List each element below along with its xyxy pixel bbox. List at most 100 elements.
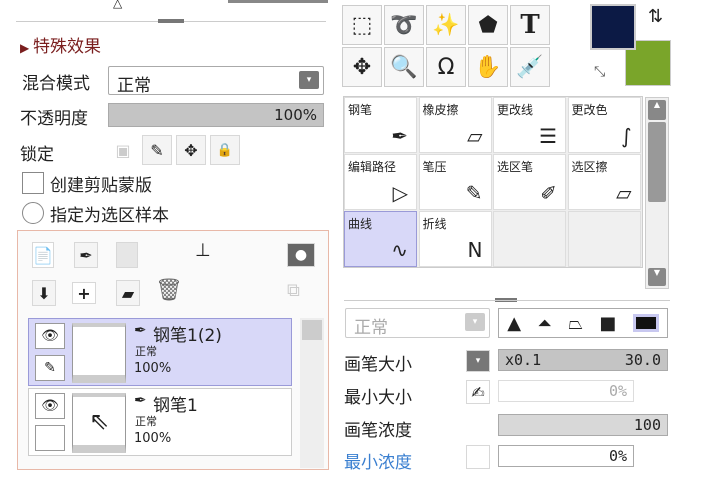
brush-icon: N	[467, 238, 483, 262]
lock-move-icon[interactable]: ✥	[176, 135, 206, 165]
layer-scrollbar[interactable]	[300, 318, 324, 468]
brush-density-value: 100	[633, 416, 661, 434]
pen-edit-slot[interactable]	[35, 425, 65, 451]
shape-full-icon[interactable]	[632, 314, 659, 332]
brush-label: 笔压	[422, 160, 447, 174]
brush-icon: ∫	[621, 124, 632, 148]
lock-transparency-icon[interactable]: ▣	[110, 137, 136, 163]
brush-icon: ▱	[467, 124, 483, 148]
reset-colors-icon[interactable]: ⤡	[594, 64, 605, 80]
brush-icon: ✒	[391, 124, 408, 148]
expand-arrow-icon: ▶	[20, 41, 34, 55]
layer-opacity: 100%	[134, 431, 172, 446]
lock-paint-icon[interactable]: ✎	[142, 135, 172, 165]
brush-density-slider[interactable]: 100	[498, 414, 668, 436]
brush-size-label: 画笔大小	[344, 355, 412, 375]
brush-label: 编辑路径	[348, 160, 397, 174]
clear-layer-icon[interactable]: ▰	[116, 280, 140, 306]
new-folder-icon[interactable]	[116, 242, 138, 268]
layer-anchor-icon[interactable]: ⊥	[195, 240, 211, 261]
blend-mode-value: 正常	[117, 76, 151, 96]
size-multiplier-dropdown[interactable]: ▾	[466, 350, 490, 372]
pen-edit-icon[interactable]: ✎	[35, 355, 65, 381]
selection-sample-radio[interactable]	[22, 202, 44, 224]
move-icon[interactable]: ✥	[342, 47, 382, 87]
shape-icon[interactable]: ⬟	[468, 5, 508, 45]
shape-flat-icon[interactable]: ⏢	[568, 313, 582, 334]
brush-label: 曲线	[348, 217, 373, 231]
blend-mode-label: 混合模式	[22, 74, 90, 94]
min-size-value: 0%	[608, 382, 627, 400]
layer-row[interactable]: 👁 ✎ ✒ 钢笔1(2) 正常 100%	[28, 318, 292, 386]
visibility-eye-icon[interactable]: 👁	[35, 393, 65, 419]
scroll-up-button[interactable]	[302, 320, 322, 340]
panel-tabs	[228, 0, 328, 3]
brush-scrollbar[interactable]: ▲ ▼	[645, 97, 669, 289]
lock-all-icon[interactable]: 🔒	[210, 135, 240, 165]
min-density-value: 0%	[608, 447, 627, 465]
special-effects-header[interactable]: ▶ 特殊效果	[20, 32, 101, 57]
brush-slot[interactable]: 笔压 ✎	[418, 154, 492, 210]
shape-sharp-icon[interactable]: ▲	[507, 313, 521, 334]
shape-square-icon[interactable]: ■	[599, 313, 616, 334]
brush-label: 选区擦	[571, 160, 608, 174]
layer-mask-icon[interactable]: ●	[287, 243, 315, 267]
text-tool-icon[interactable]: T	[510, 5, 550, 45]
min-density-label: 最小浓度	[344, 453, 412, 473]
brush-size-slider[interactable]: x0.1 30.0	[498, 349, 668, 371]
brush-slot[interactable]: 选区笔 ✐	[493, 154, 566, 210]
visibility-eye-icon[interactable]: 👁	[35, 323, 65, 349]
empty-brush-slot[interactable]	[493, 211, 566, 267]
scroll-thumb[interactable]	[648, 122, 666, 202]
brush-slot[interactable]: 曲线 ∿	[344, 211, 417, 267]
clip-mask-checkbox[interactable]	[22, 172, 44, 194]
lock-label: 锁定	[20, 145, 54, 165]
add-layer-icon[interactable]: +	[72, 282, 96, 304]
brush-slot[interactable]: 更改色 ∫	[567, 97, 641, 153]
rect-select-icon[interactable]: ⬚	[342, 5, 382, 45]
hand-icon[interactable]: ✋	[468, 47, 508, 87]
primary-color-swatch[interactable]	[590, 4, 636, 50]
pressure-density-checkbox[interactable]	[466, 445, 490, 469]
magic-wand-icon[interactable]: ✨	[426, 5, 466, 45]
lasso-icon[interactable]: ➰	[384, 5, 424, 45]
opacity-label: 不透明度	[20, 109, 88, 129]
layer-thumbnail	[72, 323, 126, 383]
shape-round-icon[interactable]: ⏶	[538, 313, 552, 334]
scroll-down-button[interactable]: ▼	[648, 268, 666, 286]
collapse-arrow-icon[interactable]: △	[113, 0, 122, 10]
layer-row[interactable]: 👁 ⇖ ✒ 钢笔1 正常 100%	[28, 388, 292, 456]
brush-mode-select[interactable]: 正常 ▾	[345, 308, 490, 338]
pen-layer-icon: ✒	[134, 391, 147, 409]
section-title: 特殊效果	[33, 37, 102, 57]
rotate-icon[interactable]: Ω	[426, 47, 466, 87]
brush-icon: ▷	[392, 181, 408, 205]
eyedropper-icon[interactable]: 💉	[510, 47, 550, 87]
min-size-slider[interactable]: 0%	[498, 380, 634, 402]
swap-colors-icon[interactable]: ⇅	[648, 6, 663, 27]
new-layer-icon[interactable]: 📄	[32, 242, 54, 268]
splitter-handle[interactable]	[158, 19, 184, 23]
empty-brush-slot[interactable]	[567, 211, 641, 267]
merge-down-icon[interactable]: ⬇	[32, 280, 56, 306]
brush-label: 选区笔	[497, 160, 534, 174]
transfer-icon[interactable]: ⧉	[287, 280, 315, 306]
brush-icon: ☰	[539, 124, 557, 148]
new-pen-layer-icon[interactable]: ✒	[74, 242, 98, 268]
brush-label: 更改色	[571, 103, 608, 117]
min-density-slider[interactable]: 0%	[498, 445, 634, 467]
opacity-slider[interactable]: 100%	[108, 103, 324, 127]
zoom-icon[interactable]: 🔍	[384, 47, 424, 87]
brush-slot[interactable]: 折线 N	[418, 211, 492, 267]
brush-slot[interactable]: 钢笔 ✒	[344, 97, 417, 153]
layer-name: 钢笔1(2)	[153, 326, 222, 346]
brush-slot[interactable]: 橡皮擦 ▱	[418, 97, 492, 153]
brush-slot[interactable]: 编辑路径 ▷	[344, 154, 417, 210]
pressure-size-icon[interactable]: ✍	[466, 380, 490, 404]
brush-slot[interactable]: 选区擦 ▱	[567, 154, 641, 210]
brush-slot[interactable]: 更改线 ☰	[493, 97, 566, 153]
blend-mode-select[interactable]: 正常 ▾	[108, 66, 324, 96]
trash-icon[interactable]: 🗑	[155, 278, 183, 303]
scroll-up-button[interactable]: ▲	[648, 100, 666, 120]
brush-icon: ▱	[616, 181, 632, 205]
